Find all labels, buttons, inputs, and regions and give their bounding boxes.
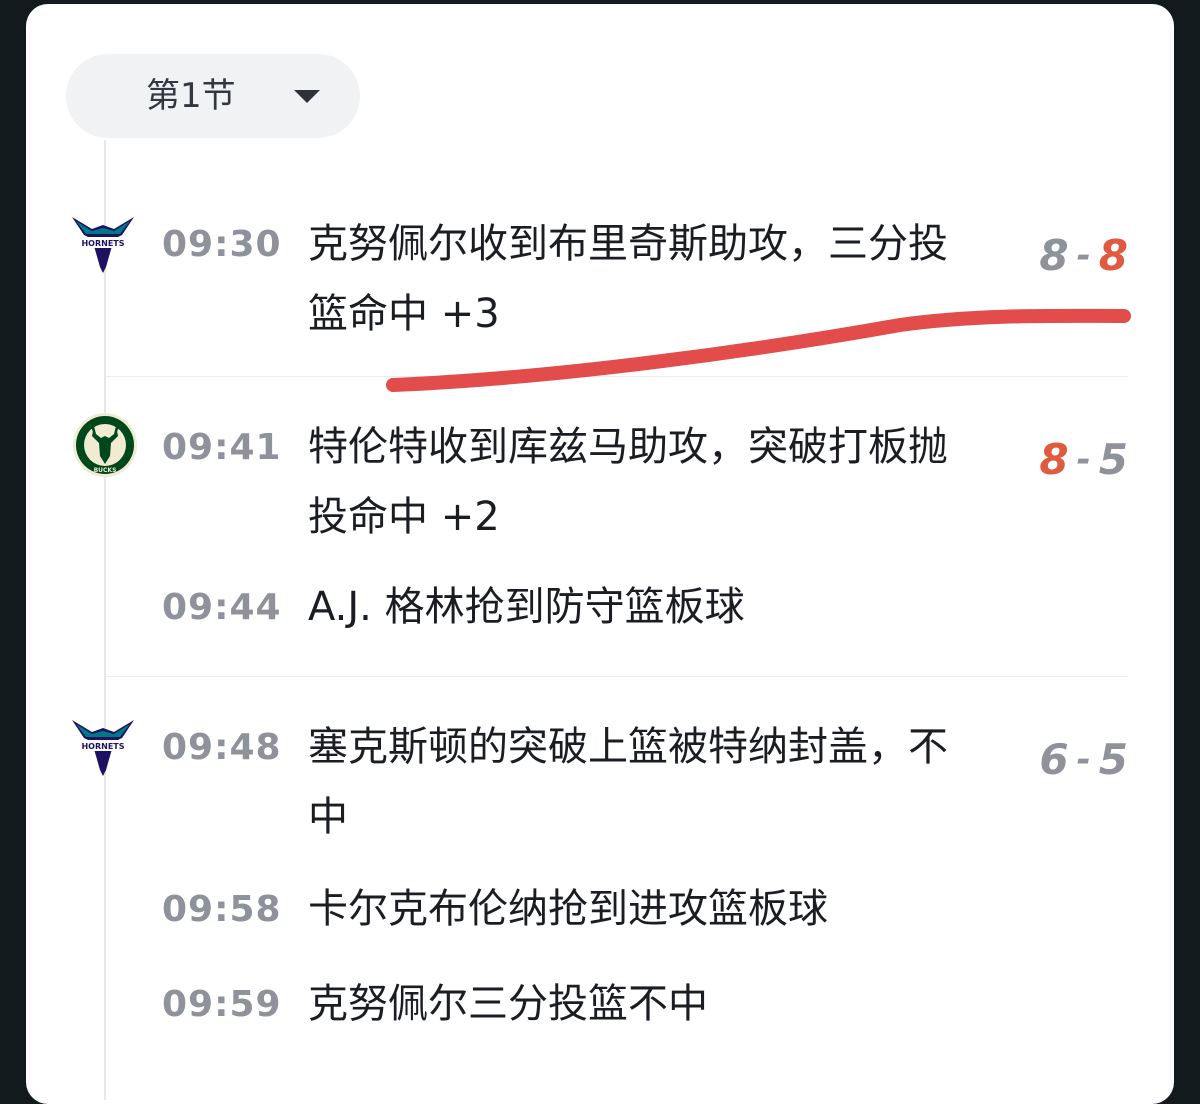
score-right: 5 — [1098, 735, 1128, 784]
event-description: 塞克斯顿的突破上篮被特纳封盖，不中 — [308, 724, 948, 840]
svg-text:HORNETS: HORNETS — [81, 239, 124, 248]
divider — [106, 376, 1128, 377]
period-dropdown-label: 第1节 — [146, 76, 236, 116]
event-time: 09:59 — [162, 984, 282, 1025]
event-description: 克努佩尔收到布里奇斯助攻，三分投篮命中 +3 — [308, 221, 948, 337]
timeline-line — [104, 140, 106, 1100]
event-time: 09:44 — [162, 587, 282, 628]
event-description: 卡尔克布伦纳抢到进攻篮板球 — [308, 886, 828, 932]
divider — [106, 676, 1128, 677]
bucks-logo: BUCKS — [73, 413, 137, 477]
play-by-play-card: 第1节 HORNETS 09:30 克努佩尔收到布里奇斯助攻，三分投篮命中 +3… — [26, 4, 1174, 1104]
event-description: 克努佩尔三分投篮不中 — [308, 981, 708, 1027]
score-left: 8 — [1039, 435, 1069, 484]
score-right: 8 — [1098, 231, 1128, 280]
period-dropdown[interactable]: 第1节 — [66, 54, 360, 138]
event-description: 特伦特收到库兹马助攻，突破打板抛投命中 +2 — [308, 424, 948, 540]
svg-text:BUCKS: BUCKS — [94, 467, 117, 474]
score-right: 5 — [1098, 435, 1128, 484]
score-separator: - — [1076, 236, 1091, 276]
score-separator: - — [1076, 440, 1091, 480]
event-description: A.J. 格林抢到防守篮板球 — [308, 584, 745, 630]
hornets-logo: HORNETS — [72, 720, 134, 776]
event-time: 09:58 — [162, 889, 282, 930]
score-left: 8 — [1039, 231, 1069, 280]
event-score: 8-5 — [1039, 434, 1128, 489]
event-time: 09:41 — [162, 427, 282, 468]
caret-down-icon — [294, 90, 320, 103]
svg-text:HORNETS: HORNETS — [81, 742, 124, 751]
event-score: 6-5 — [1039, 734, 1128, 789]
event-score: 8-8 — [1039, 230, 1128, 285]
score-separator: - — [1076, 740, 1091, 780]
event-time: 09:48 — [162, 727, 282, 768]
hornets-logo: HORNETS — [72, 217, 134, 273]
event-time: 09:30 — [162, 224, 282, 265]
score-left: 6 — [1039, 735, 1069, 784]
